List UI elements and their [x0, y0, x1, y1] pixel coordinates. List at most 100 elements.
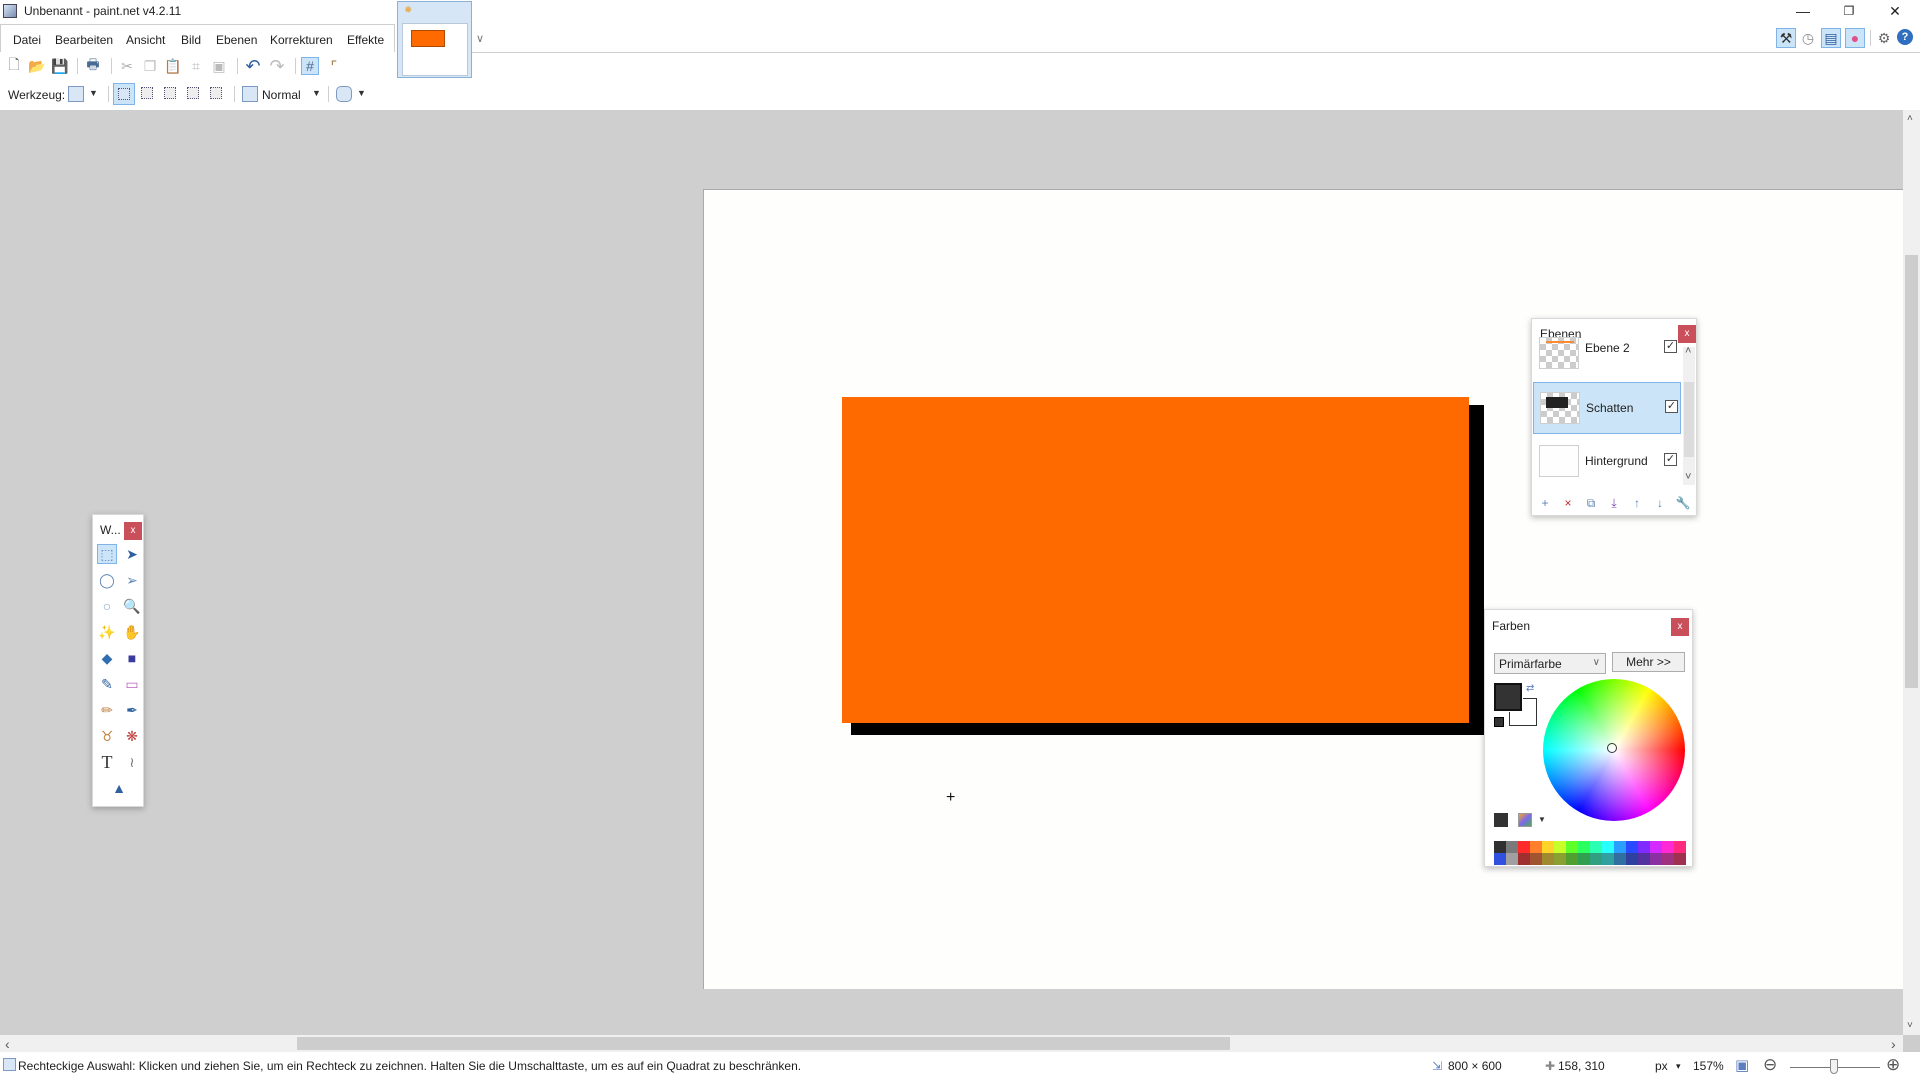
tool-gradient[interactable]: ■	[122, 648, 142, 668]
palette-swatch[interactable]	[1674, 841, 1686, 853]
tool-line-curve[interactable]: ≀	[122, 752, 142, 772]
palette-swatch[interactable]	[1662, 853, 1674, 865]
tool-rectangle-select[interactable]: ⬚	[97, 544, 117, 564]
layer-row-schatten[interactable]: Schatten ✓	[1533, 382, 1681, 434]
tool-color-picker[interactable]: ✒	[122, 700, 142, 720]
duplicate-layer-icon[interactable]: ⧉	[1583, 495, 1599, 511]
zoom-slider-thumb[interactable]	[1830, 1059, 1838, 1074]
more-button[interactable]: Mehr >>	[1612, 652, 1685, 672]
layers-window-toggle-icon[interactable]: ▤	[1821, 28, 1841, 48]
colors-window-close-button[interactable]: x	[1671, 618, 1689, 636]
palette-swatch[interactable]	[1566, 853, 1578, 865]
palette-swatch[interactable]	[1650, 853, 1662, 865]
palette-swatch[interactable]	[1542, 841, 1554, 853]
scroll-down-icon[interactable]: ˅	[1685, 471, 1691, 483]
vertical-scroll-thumb[interactable]	[1905, 255, 1918, 688]
palette-swatch[interactable]	[1518, 853, 1530, 865]
selection-mode-exclude[interactable]	[160, 83, 182, 105]
ruler-toggle-icon[interactable]: ⌜	[325, 57, 343, 75]
blend-mode-select[interactable]: Normal	[262, 88, 301, 102]
tool-eraser[interactable]: ▭	[122, 674, 142, 694]
palette-swatch[interactable]	[1542, 853, 1554, 865]
layers-scrollbar[interactable]: ˄ ˅	[1683, 345, 1695, 485]
palette-swatch[interactable]	[1626, 841, 1638, 853]
palette-swatch[interactable]	[1578, 841, 1590, 853]
palette-swatch[interactable]	[1506, 853, 1518, 865]
settings-icon[interactable]: ⚙	[1875, 29, 1893, 47]
tool-dropdown-caret[interactable]: ▼	[89, 88, 98, 98]
palette-swatch[interactable]	[1530, 853, 1542, 865]
selection-mode-intersect[interactable]	[183, 83, 205, 105]
palette-swatch[interactable]	[1614, 853, 1626, 865]
scroll-down-icon[interactable]: ˅	[1907, 1020, 1913, 1031]
palette-swatch[interactable]	[1626, 853, 1638, 865]
tool-magic-wand[interactable]: ✨	[97, 622, 117, 642]
palette-swatch[interactable]	[1578, 853, 1590, 865]
palette-swatch[interactable]	[1566, 841, 1578, 853]
tool-move-selection[interactable]: ➢	[122, 570, 142, 590]
maximize-button[interactable]: ❐	[1826, 0, 1872, 24]
palette-swatch[interactable]	[1506, 841, 1518, 853]
zoom-in-icon[interactable]: ⊕	[1886, 1055, 1900, 1075]
unit-select[interactable]: px	[1655, 1059, 1668, 1073]
antialiasing-icon[interactable]	[336, 86, 352, 102]
delete-layer-icon[interactable]: ×	[1560, 495, 1576, 511]
tool-clone-stamp[interactable]: ♉	[97, 726, 117, 746]
add-to-palette-icon[interactable]	[1494, 813, 1508, 827]
scroll-up-icon[interactable]: ˄	[1907, 113, 1913, 124]
scroll-right-icon[interactable]: ›	[1891, 1036, 1896, 1052]
current-tool-icon[interactable]	[68, 86, 84, 102]
print-icon[interactable]: 🖶	[84, 56, 102, 75]
new-file-icon[interactable]: 🗋	[5, 56, 23, 75]
palette-swatch[interactable]	[1554, 841, 1566, 853]
palette-swatch[interactable]	[1674, 853, 1686, 865]
horizontal-scroll-thumb[interactable]	[297, 1037, 1230, 1050]
palette-swatch[interactable]	[1494, 853, 1506, 865]
tool-ellipse-select[interactable]: ○	[97, 596, 117, 616]
tool-paintbrush[interactable]: ✎	[97, 674, 117, 694]
crop-to-selection-icon[interactable]: ⌗	[187, 57, 205, 75]
palette-swatch[interactable]	[1590, 841, 1602, 853]
layer-row-ebene-2[interactable]: Ebene 2 ✓	[1533, 333, 1681, 373]
tool-recolor[interactable]: ❋	[122, 726, 142, 746]
zoom-level[interactable]: 157%	[1693, 1059, 1724, 1073]
vertical-scrollbar[interactable]: ˄ ˅	[1903, 110, 1920, 1035]
layer-properties-icon[interactable]: 🔧	[1675, 495, 1691, 511]
palette-swatch[interactable]	[1650, 841, 1662, 853]
tool-move-selected-pixels[interactable]: ➤	[122, 544, 142, 564]
open-file-icon[interactable]: 📂	[28, 57, 46, 75]
menu-korrekturen[interactable]: Korrekturen	[270, 33, 333, 47]
horizontal-scrollbar[interactable]: ‹ ›	[0, 1035, 1903, 1052]
palette-swatch[interactable]	[1590, 853, 1602, 865]
merge-layer-down-icon[interactable]: ⤓	[1606, 495, 1622, 511]
cut-icon[interactable]: ✂	[118, 57, 136, 75]
tools-window-close-button[interactable]: x	[124, 522, 142, 540]
move-layer-up-icon[interactable]: ↑	[1629, 495, 1645, 511]
tool-text[interactable]: T	[97, 752, 117, 772]
swap-colors-icon[interactable]: ⇄	[1526, 683, 1534, 694]
save-icon[interactable]: 💾	[51, 57, 69, 75]
antialiasing-caret[interactable]: ▼	[357, 88, 366, 98]
unit-dropdown-caret[interactable]: ▾	[1676, 1061, 1681, 1072]
layer-visibility-checkbox[interactable]: ✓	[1665, 400, 1678, 413]
undo-icon[interactable]: ↶	[244, 56, 262, 76]
selection-mode-replace[interactable]	[113, 83, 135, 105]
tool-pencil[interactable]: ✏	[97, 700, 117, 720]
palette-swatch[interactable]	[1638, 853, 1650, 865]
redo-icon[interactable]: ↷	[268, 56, 286, 76]
palette-swatch[interactable]	[1530, 841, 1542, 853]
color-wheel-marker[interactable]	[1607, 743, 1617, 753]
copy-icon[interactable]: ❐	[141, 57, 159, 75]
colors-window-toggle-icon[interactable]: ●	[1845, 28, 1865, 48]
reset-colors-icon[interactable]	[1494, 717, 1504, 727]
add-layer-icon[interactable]: +	[1537, 495, 1553, 511]
help-icon[interactable]: ?	[1897, 29, 1913, 45]
history-window-toggle-icon[interactable]: ◷	[1799, 29, 1817, 47]
color-wheel[interactable]	[1543, 679, 1685, 821]
blend-mode-caret[interactable]: ▼	[312, 88, 321, 98]
palette-swatch[interactable]	[1662, 841, 1674, 853]
tab-list-button[interactable]: ∨	[476, 32, 484, 45]
close-button[interactable]: ✕	[1872, 0, 1918, 24]
palette-menu-icon[interactable]	[1518, 813, 1532, 827]
menu-bearbeiten[interactable]: Bearbeiten	[55, 33, 113, 47]
